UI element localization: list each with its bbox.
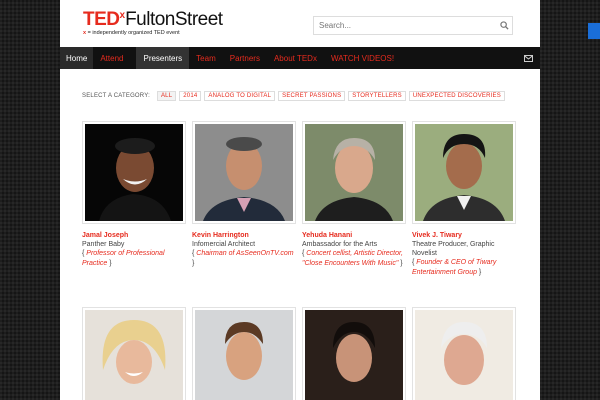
main-nav: Home Attend Presenters Team Partners Abo… xyxy=(60,47,540,69)
nav-home[interactable]: Home xyxy=(60,47,94,69)
presenter-tagline-text: Concert cellist, Artistic Director, "Clo… xyxy=(302,250,403,267)
presenter-photo[interactable] xyxy=(82,121,186,224)
chip-storytellers[interactable]: STORYTELLERS xyxy=(348,91,406,101)
nav-presenters[interactable]: Presenters xyxy=(136,47,190,69)
side-tab[interactable] xyxy=(588,23,600,39)
presenter-role: Infomercial Architect xyxy=(192,241,256,248)
presenter-photo[interactable] xyxy=(82,307,186,400)
presenter-card[interactable] xyxy=(82,307,186,400)
search-input[interactable] xyxy=(314,17,496,34)
presenter-card[interactable]: Vivek J. Tiwary Theatre Producer, Graphi… xyxy=(412,121,516,277)
presenter-tagline: { Chairman of AsSeenOnTV.com } xyxy=(192,250,294,267)
presenter-photo[interactable] xyxy=(192,121,296,224)
presenter-tagline-text: Chairman of AsSeenOnTV.com xyxy=(196,250,294,257)
nav-watch-videos[interactable]: WATCH VIDEOS! xyxy=(324,47,401,69)
presenter-name[interactable]: Kevin Harrington xyxy=(192,231,296,240)
presenter-photo[interactable] xyxy=(192,307,296,400)
presenter-photo[interactable] xyxy=(412,121,516,224)
search-icon[interactable] xyxy=(496,21,512,30)
presenter-name[interactable]: Vivek J. Tiwary xyxy=(412,231,516,240)
chip-secret-passions[interactable]: SECRET PASSIONS xyxy=(278,91,346,101)
header: TED x FultonStreet x = independently org… xyxy=(60,0,540,47)
nav-partners[interactable]: Partners xyxy=(223,47,267,69)
presenter-tagline-text: Professor of Professional Practice xyxy=(82,250,165,267)
presenter-photo[interactable] xyxy=(302,307,406,400)
presenter-card[interactable] xyxy=(412,307,516,400)
chip-analog-to-digital[interactable]: ANALOG TO DIGITAL xyxy=(204,91,276,101)
presenter-card[interactable]: Yehuda Hanani Ambassador for the Arts { … xyxy=(302,121,406,268)
chip-2014[interactable]: 2014 xyxy=(179,91,202,101)
presenter-tagline: { Founder & CEO of Tiwary Entertainment … xyxy=(412,259,497,276)
nav-about[interactable]: About TEDx xyxy=(267,47,324,69)
category-label: SELECT A CATEGORY: xyxy=(82,93,150,99)
category-filter: SELECT A CATEGORY: ALL 2014 ANALOG TO DI… xyxy=(82,91,505,101)
logo-ted: TED xyxy=(83,9,120,30)
presenter-name[interactable]: Yehuda Hanani xyxy=(302,231,406,240)
presenter-role: Theatre Producer, Graphic Novelist xyxy=(412,241,495,257)
chip-unexpected-discoveries[interactable]: UNEXPECTED DISCOVERIES xyxy=(408,91,505,101)
presenter-name[interactable]: Jamal Joseph xyxy=(82,231,186,240)
presenter-tagline: { Concert cellist, Artistic Director, "C… xyxy=(302,250,403,267)
logo-name: FultonStreet xyxy=(125,9,223,30)
site-logo[interactable]: TED x FultonStreet xyxy=(83,10,223,30)
page: TED x FultonStreet x = independently org… xyxy=(60,0,540,400)
presenter-role: Ambassador for the Arts xyxy=(302,241,378,248)
presenter-card[interactable] xyxy=(192,307,296,400)
nav-attend[interactable]: Attend xyxy=(93,47,130,69)
presenter-tagline: { Professor of Professional Practice } xyxy=(82,250,165,267)
chip-all[interactable]: ALL xyxy=(156,91,177,101)
presenter-photo[interactable] xyxy=(302,121,406,224)
presenter-tagline-text: Founder & CEO of Tiwary Entertainment Gr… xyxy=(412,259,497,276)
presenter-card[interactable] xyxy=(302,307,406,400)
presenter-card[interactable]: Jamal Joseph Panther Baby { Professor of… xyxy=(82,121,186,268)
presenter-role: Panther Baby xyxy=(82,241,125,248)
search-box xyxy=(313,16,513,35)
logo-tagline-text: = independently organized TED event xyxy=(86,30,180,36)
presenter-card[interactable]: Kevin Harrington Infomercial Architect {… xyxy=(192,121,296,268)
nav-team[interactable]: Team xyxy=(189,47,223,69)
logo-tagline: x = independently organized TED event xyxy=(83,30,180,36)
presenter-photo[interactable] xyxy=(412,307,516,400)
envelope-icon[interactable] xyxy=(516,47,540,69)
